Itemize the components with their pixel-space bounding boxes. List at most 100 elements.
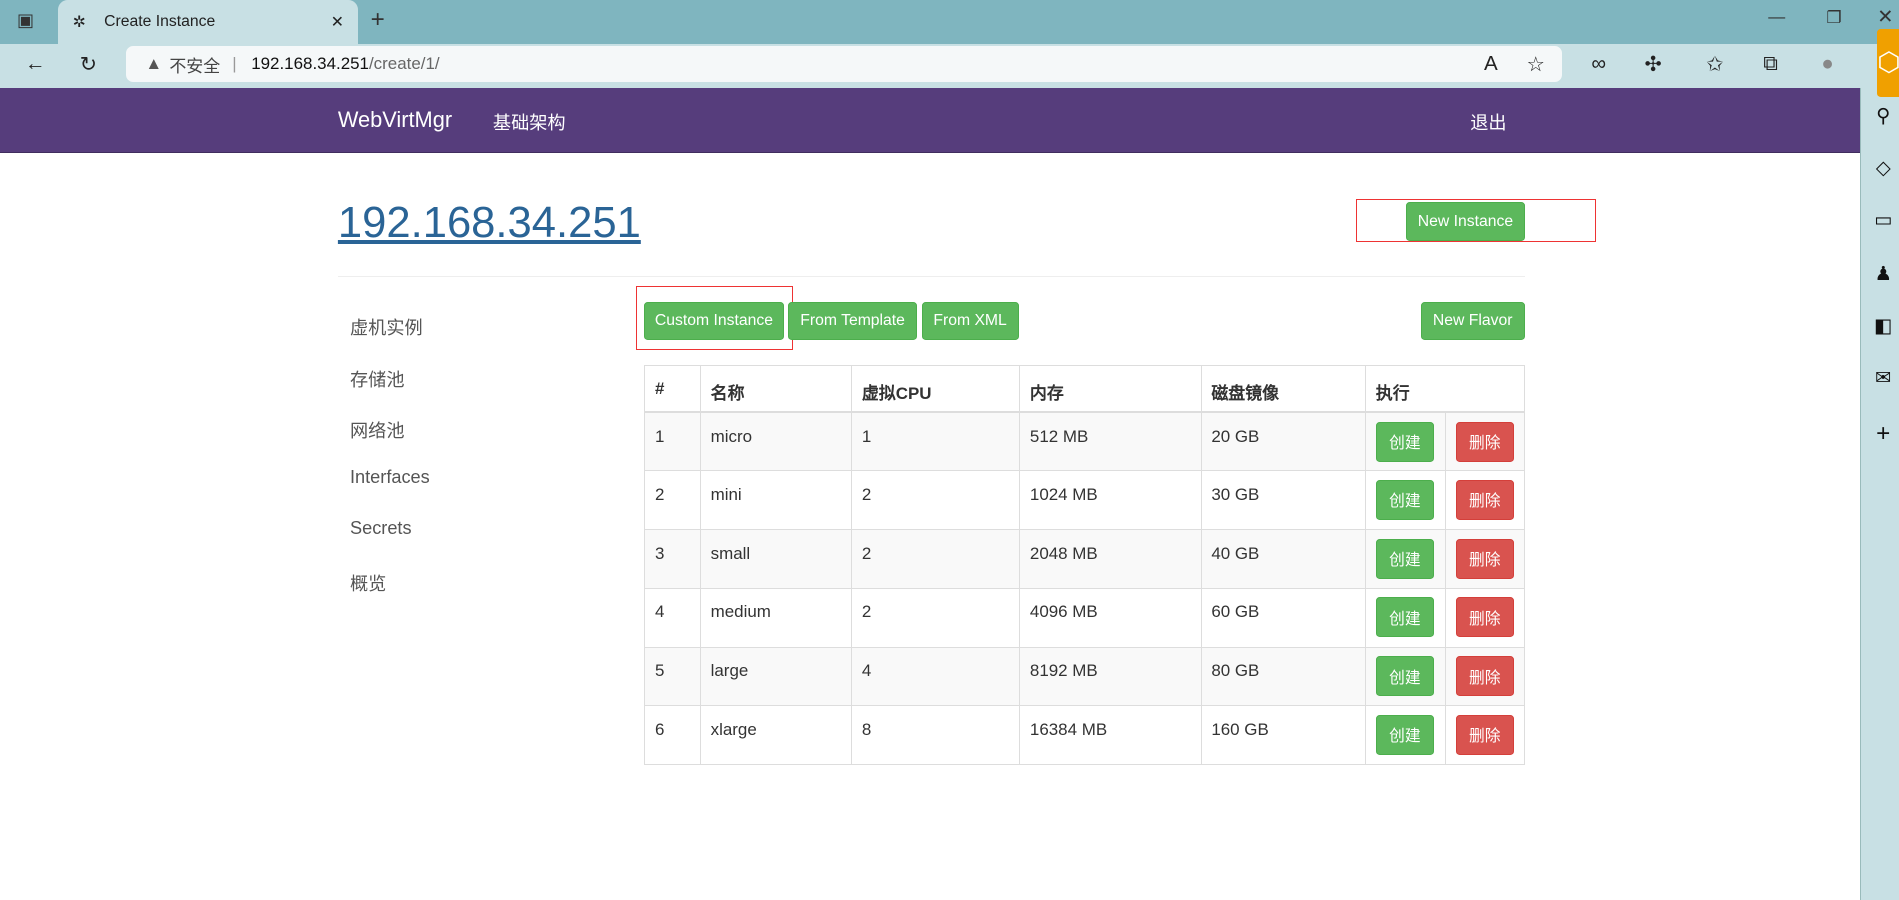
action-cell: 创建 [1365,646,1446,707]
column-header: 内存 [1019,364,1202,414]
delete-button[interactable]: 删除 [1455,421,1514,462]
table-cell: 1024 MB [1019,470,1202,531]
custom-instance-button[interactable]: Custom Instance [644,301,784,341]
action-cell: 删除 [1444,411,1525,472]
table-cell: 2 [644,470,701,531]
sidebar-item-interfaces[interactable]: Interfaces [350,467,430,488]
create-button[interactable]: 创建 [1375,714,1434,755]
address-bar[interactable]: ▲ 不安全 | 192.168.34.251/create/1/ [125,46,1563,83]
restore-icon[interactable]: ❐ [1826,7,1841,28]
column-header: 虚拟CPU [851,364,1021,414]
collections-icon[interactable]: ⧉ [1755,48,1786,79]
back-icon[interactable]: ← [19,48,50,79]
favorite-icon[interactable]: ☆ [1520,48,1551,79]
sidebar-item-storage[interactable]: 存储池 [350,366,404,392]
action-cell: 创建 [1365,705,1446,766]
brand-link[interactable]: WebVirtMgr [338,107,452,133]
action-cell: 创建 [1365,411,1446,472]
table-cell: 60 GB [1200,587,1367,648]
table-cell: xlarge [699,705,853,766]
table-row: 2 mini 2 1024 MB 30 GB 创建 删除 [644,470,1525,531]
action-cell: 创建 [1365,587,1446,648]
table-cell: 40 GB [1200,529,1367,589]
refresh-icon[interactable]: ↻ [73,48,104,79]
sidebar-item-network[interactable]: 网络池 [350,417,404,443]
tag-icon[interactable]: ◇ [1870,156,1897,183]
create-button[interactable]: 创建 [1375,597,1434,638]
sidebar-item-instances[interactable]: 虚机实例 [350,314,423,340]
from-xml-button[interactable]: From XML [921,301,1019,341]
read-aloud-icon[interactable]: A [1475,48,1506,79]
table-cell: 4 [644,587,701,648]
url-path: /create/1/ [368,54,440,74]
table-cell: 30 GB [1200,470,1367,531]
create-button[interactable]: 创建 [1375,538,1434,579]
sidebar-item-overview[interactable]: 概览 [350,570,386,596]
create-button[interactable]: 创建 [1375,479,1434,520]
add-icon[interactable]: + [1870,420,1897,447]
security-label: 不安全 [169,56,221,76]
search-icon[interactable]: ⚲ [1870,104,1897,131]
favicon-icon: ✲ [72,14,86,32]
table-row: 3 small 2 2048 MB 40 GB 创建 删除 [644,529,1525,589]
sidebar-item-secrets[interactable]: Secrets [350,518,412,539]
nav-logout[interactable]: 退出 [1470,109,1506,135]
extension-icon[interactable]: ⬡ [1877,29,1899,97]
extensions-icon[interactable]: ✣ [1637,48,1668,79]
action-cell: 删除 [1444,646,1525,707]
table-cell: 2048 MB [1019,529,1202,589]
table-cell: small [699,529,853,589]
table-cell: 8 [851,705,1021,766]
close-tab-icon[interactable]: ✕ [331,12,344,32]
delete-button[interactable]: 删除 [1455,597,1514,638]
action-cell: 删除 [1444,529,1525,589]
infinity-icon[interactable]: ∞ [1583,48,1614,79]
create-button[interactable]: 创建 [1375,656,1434,697]
table-row: 1 micro 1 512 MB 20 GB 创建 删除 [644,411,1525,472]
action-cell: 删除 [1444,587,1525,648]
divider: | [232,54,237,74]
close-window-icon[interactable]: ✕ [1877,5,1893,29]
table-cell: 8192 MB [1019,646,1202,707]
from-template-button[interactable]: From Template [788,301,917,341]
column-header: 磁盘镜像 [1200,364,1367,414]
delete-button[interactable]: 删除 [1455,714,1514,755]
table-cell: mini [699,470,853,531]
browser-tab[interactable]: ✲ Create Instance ✕ [58,0,359,44]
browser-window: ▣ ✲ Create Instance ✕ + — ❐ ✕ ← ↻ ▲ 不安全 … [0,0,1899,900]
url-host: 192.168.34.251 [251,54,369,74]
delete-button[interactable]: 删除 [1455,479,1514,520]
table-cell: 4 [851,646,1021,707]
new-tab-icon[interactable]: + [371,6,385,34]
briefcase-icon[interactable]: ▭ [1870,208,1897,235]
sidebar-toggle-icon[interactable]: ▣ [17,10,34,31]
table-cell: 1 [851,411,1021,472]
flavors-table: # 名称 虚拟CPU 内存 磁盘镜像 执行 1 micro 1 512 MB 20 GB… [644,364,1525,766]
outlook-icon[interactable]: ✉ [1870,366,1897,393]
new-instance-button[interactable]: New Instance [1406,202,1525,241]
office-icon[interactable]: ◧ [1870,314,1897,341]
table-cell: medium [699,587,853,648]
table-cell: 2 [851,587,1021,648]
table-cell: 1 [644,411,701,472]
divider [337,276,1525,278]
nav-infrastructure[interactable]: 基础架构 [493,109,566,135]
table-cell: 512 MB [1019,411,1202,472]
page-title[interactable]: 192.168.34.251 [338,199,641,248]
create-button[interactable]: 创建 [1375,421,1434,462]
table-cell: 3 [644,529,701,589]
games-icon[interactable]: ♟ [1870,262,1897,289]
minimize-icon[interactable]: — [1768,7,1785,27]
action-cell: 删除 [1444,705,1525,766]
table-cell: 5 [644,646,701,707]
table-cell: 80 GB [1200,646,1367,707]
new-flavor-button[interactable]: New Flavor [1420,301,1525,341]
favorites-icon[interactable]: ✩ [1699,48,1730,79]
delete-button[interactable]: 删除 [1455,656,1514,697]
column-header: 执行 [1365,364,1525,414]
table-cell: 2 [851,529,1021,589]
delete-button[interactable]: 删除 [1455,538,1514,579]
table-cell: 2 [851,470,1021,531]
profile-avatar[interactable]: ● [1812,48,1843,79]
tab-title: Create Instance [104,12,216,30]
